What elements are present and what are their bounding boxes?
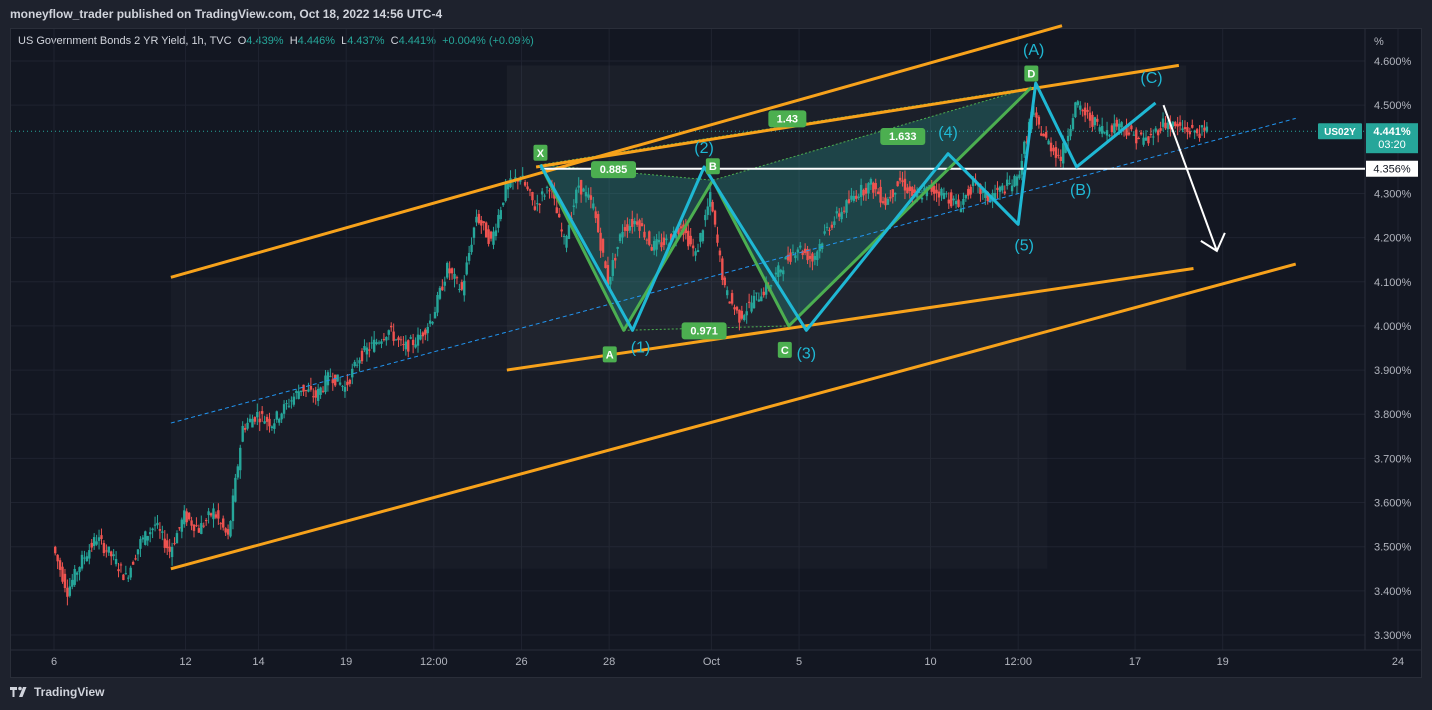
legend-change: +0.004% (+0.09%) <box>442 35 534 47</box>
legend-high-label: H <box>289 35 298 47</box>
tradingview-logo-icon <box>10 686 27 697</box>
footer-bar <box>0 678 1432 710</box>
legend-high: 4.446% <box>297 35 335 47</box>
brand-text: TradingView <box>34 685 105 699</box>
publisher-text: moneyflow_trader published on TradingVie… <box>10 7 443 21</box>
legend-symbol: US Government Bonds 2 YR Yield, 1h, TVC <box>18 35 232 47</box>
legend-close: 4.441% <box>398 35 436 47</box>
legend-open: 4.439% <box>246 35 284 47</box>
symbol-legend: US Government Bonds 2 YR Yield, 1h, TVC … <box>18 35 534 47</box>
chart-pane[interactable] <box>10 28 1422 678</box>
legend-open-label: O <box>237 35 247 47</box>
legend-close-label: C <box>390 35 399 47</box>
legend-low: 4.437% <box>347 35 385 47</box>
publisher-bar: moneyflow_trader published on TradingVie… <box>0 0 1432 28</box>
tradingview-logo[interactable]: TradingView <box>10 685 104 699</box>
